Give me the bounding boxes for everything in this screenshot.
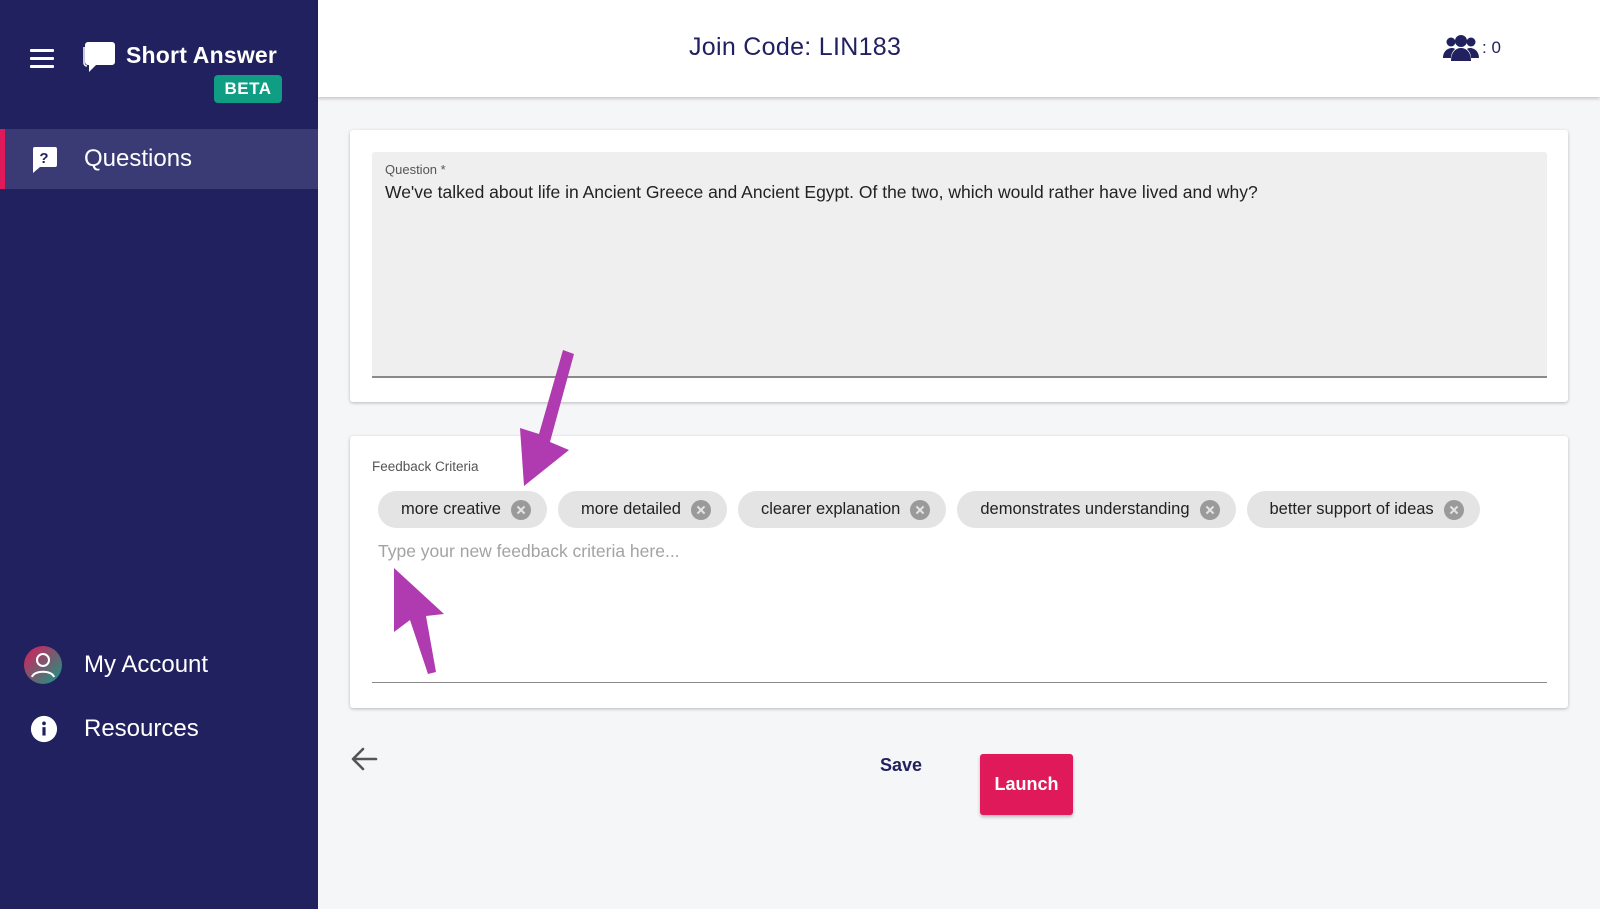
sidebar: Short Answer BETA ? Questions My Account (0, 0, 318, 909)
criteria-chip[interactable]: clearer explanation (737, 491, 947, 528)
users-icon (1443, 35, 1479, 61)
question-label: Question * (385, 162, 446, 177)
chip-label: more creative (401, 500, 501, 518)
close-icon[interactable] (1199, 499, 1220, 520)
close-icon[interactable] (510, 499, 531, 520)
sidebar-item-label: My Account (84, 651, 209, 678)
question-card: Question * We've talked about life in An… (350, 130, 1568, 402)
beta-badge: BETA (214, 75, 282, 103)
chat-bubble-icon (83, 42, 115, 72)
close-icon[interactable] (690, 499, 711, 520)
question-textarea[interactable]: Question * We've talked about life in An… (372, 152, 1547, 378)
question-value: We've talked about life in Ancient Greec… (385, 182, 1258, 202)
feedback-criteria-label: Feedback Criteria (372, 459, 479, 474)
criteria-chip[interactable]: better support of ideas (1246, 491, 1480, 528)
sidebar-item-label: Resources (84, 715, 199, 742)
user-avatar-icon (24, 646, 62, 684)
sidebar-item-label: Questions (84, 145, 193, 172)
criteria-chip[interactable]: more creative (378, 491, 547, 528)
info-icon (30, 715, 58, 743)
back-arrow-icon[interactable] (349, 745, 379, 773)
sidebar-item-resources[interactable]: Resources (0, 699, 318, 759)
input-underline (372, 682, 1547, 683)
launch-button[interactable]: Launch (980, 754, 1073, 815)
chip-label: demonstrates understanding (980, 500, 1190, 518)
main-content: Question * We've talked about life in An… (318, 97, 1600, 909)
feedback-criteria-input[interactable] (372, 536, 1547, 566)
sidebar-item-questions[interactable]: ? Questions (0, 129, 318, 189)
chip-label: clearer explanation (760, 500, 901, 518)
criteria-chip[interactable]: more detailed (557, 491, 727, 528)
feedback-criteria-card: Feedback Criteria more creative more det… (350, 436, 1568, 708)
close-icon[interactable] (1443, 499, 1464, 520)
chip-label: better support of ideas (1269, 500, 1434, 518)
criteria-chip[interactable]: demonstrates understanding (957, 491, 1236, 528)
svg-text:?: ? (39, 150, 48, 167)
participants-count: : 0 (1482, 38, 1501, 57)
top-header: Join Code: LIN183 : 0 (318, 0, 1600, 97)
brand-name: Short Answer (126, 42, 278, 68)
criteria-chips: more creative more detailed clearer expl… (378, 491, 1480, 528)
menu-icon[interactable] (30, 48, 54, 68)
chip-label: more detailed (580, 500, 681, 518)
sidebar-item-my-account[interactable]: My Account (0, 635, 318, 695)
save-button[interactable]: Save (880, 755, 922, 776)
question-icon: ? (33, 147, 57, 173)
close-icon[interactable] (910, 499, 931, 520)
participants-counter: : 0 (1442, 31, 1501, 65)
join-code: Join Code: LIN183 (689, 33, 902, 61)
